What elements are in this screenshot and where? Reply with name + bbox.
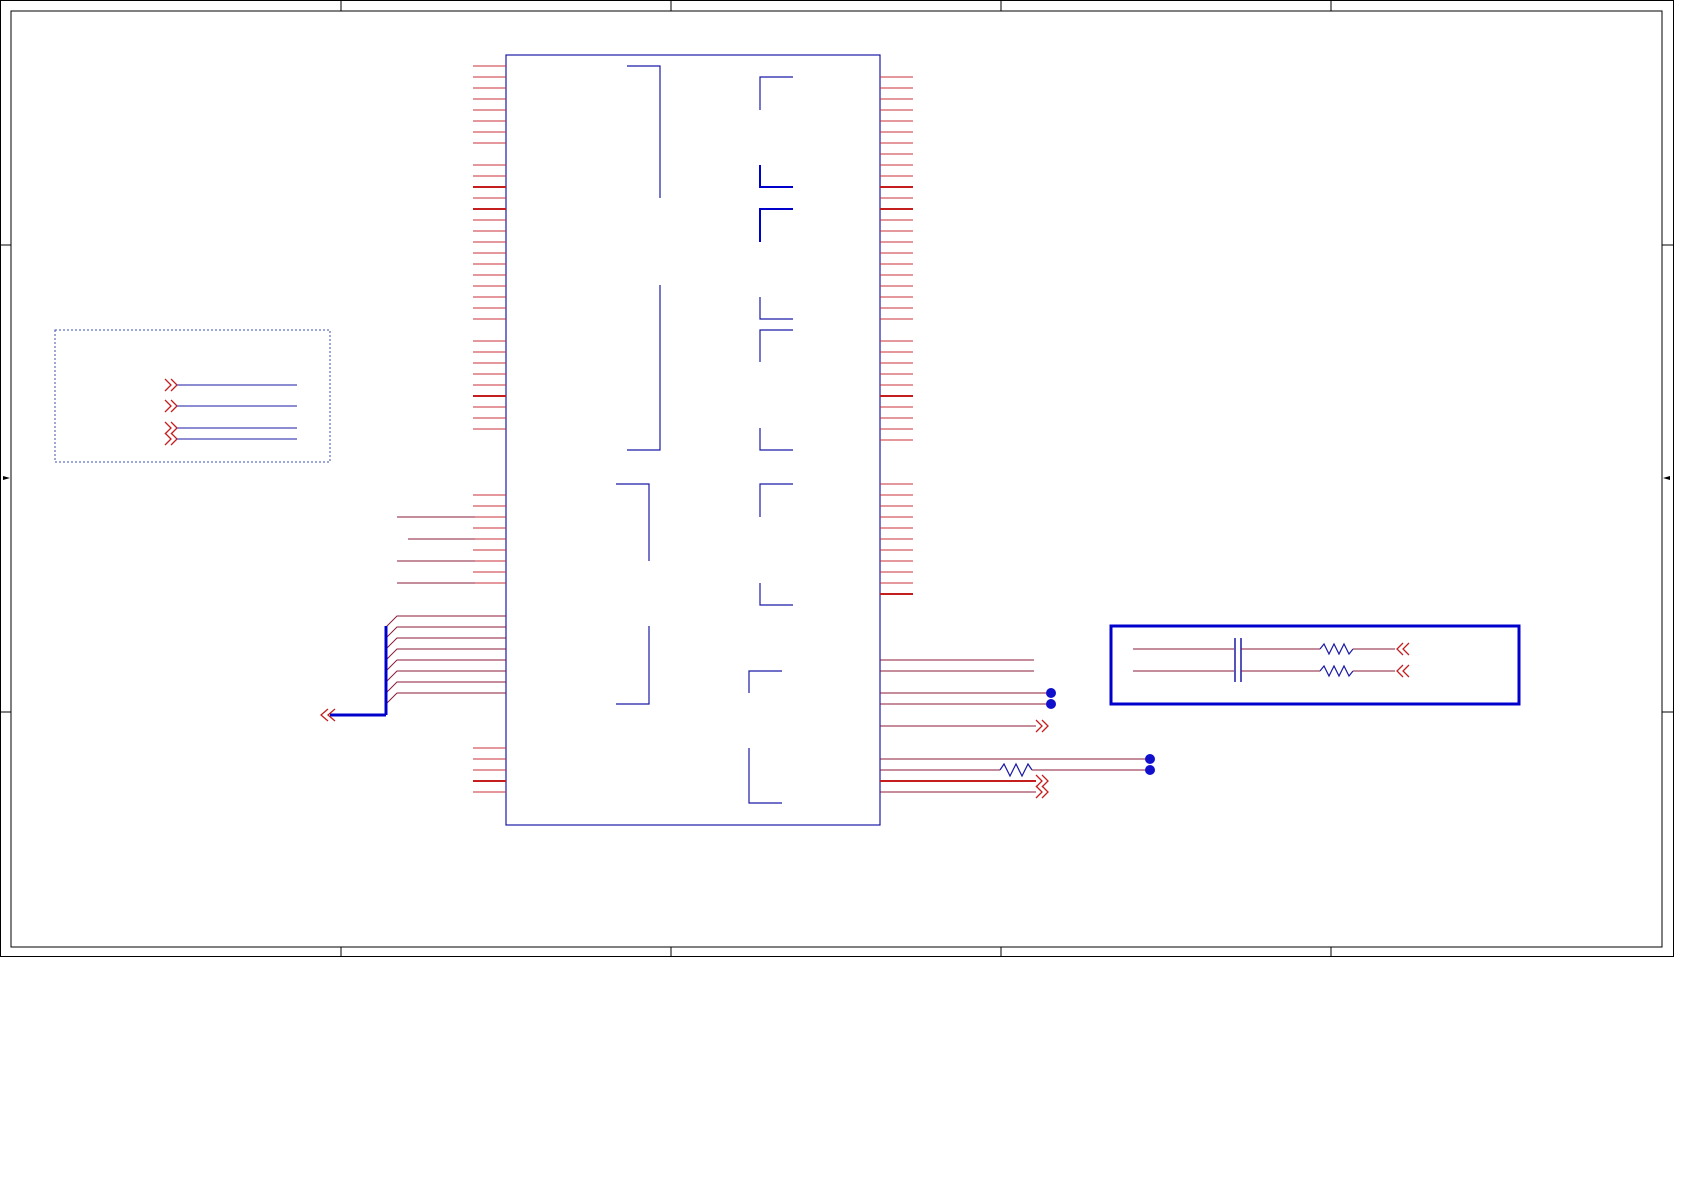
bracket-right-group-1b [759,165,793,188]
bracket-left-group-4 [616,626,650,705]
double-chevron-left-icon[interactable] [1396,642,1410,656]
bracket-right-group-1 [759,76,793,110]
double-chevron-left-icon[interactable] [1396,664,1410,678]
bracket-right-group-5b [748,748,782,804]
bus-entry[interactable] [385,615,506,628]
passive-box-outline [1109,624,1521,706]
double-chevron-right-icon[interactable] [1035,785,1049,799]
offpage-connector-1[interactable] [164,378,297,392]
offpage-connector-3[interactable] [164,421,297,435]
junction-dot-icon[interactable] [1145,765,1155,775]
bus-entries [385,615,506,705]
bus-entry[interactable] [385,637,506,650]
junction-dot-icon[interactable] [1145,754,1155,764]
center-arrow-left [3,476,10,480]
offpage-connector-4[interactable] [164,432,297,446]
bracket-right-group-5 [748,670,782,693]
left-bus [320,615,506,722]
bracket-right-group-4b [759,583,793,606]
offpage-connector-2[interactable] [164,399,297,413]
bus-entry[interactable] [385,626,506,639]
right-signal-nets [880,659,1155,799]
ic-internal-brackets [616,65,793,804]
resistor-icon[interactable] [1319,664,1354,678]
bracket-right-group-2 [759,208,793,242]
drawing-frame [0,0,1674,957]
double-chevron-right-icon [164,432,178,446]
bus-entry[interactable] [385,670,506,683]
bracket-right-group-3 [759,329,793,362]
junction-dot-icon[interactable] [1046,699,1056,709]
bracket-right-group-3b [759,428,793,451]
capacitor-icon[interactable] [1234,660,1242,682]
bracket-right-group-2b [759,297,793,320]
left-pin-stubs [473,65,506,793]
main-ic-body[interactable] [505,54,881,826]
schematic-sheet [0,0,1684,1190]
capacitor-icon[interactable] [1234,638,1242,660]
bus-entry[interactable] [385,681,506,694]
right-pin-stubs [880,76,913,595]
junction-dot-icon[interactable] [1046,688,1056,698]
passive-network-box [1109,624,1521,706]
dotted-box-outline [54,329,331,463]
dotted-subsheet-box [54,329,331,463]
double-chevron-right-icon[interactable] [1035,774,1049,788]
bracket-left-group-3 [616,483,650,561]
double-chevron-right-icon [164,421,178,435]
bracket-left-group-2 [627,285,661,451]
left-signal-wires [397,516,475,584]
resistor-icon[interactable] [999,762,1033,778]
double-chevron-right-icon[interactable] [1035,719,1049,733]
bus-entry[interactable] [385,692,506,705]
bracket-left-group-1 [627,65,661,198]
bus-entry[interactable] [385,659,506,672]
bracket-right-group-4 [759,483,793,517]
resistor-icon[interactable] [1319,642,1354,656]
frame-inner [10,10,1663,948]
frame-outer [0,0,1674,957]
bus-entry[interactable] [385,648,506,661]
schematic-canvas [0,0,1674,957]
double-chevron-right-icon [164,378,178,392]
double-chevron-right-icon [164,399,178,413]
center-arrow-right [1663,476,1670,480]
